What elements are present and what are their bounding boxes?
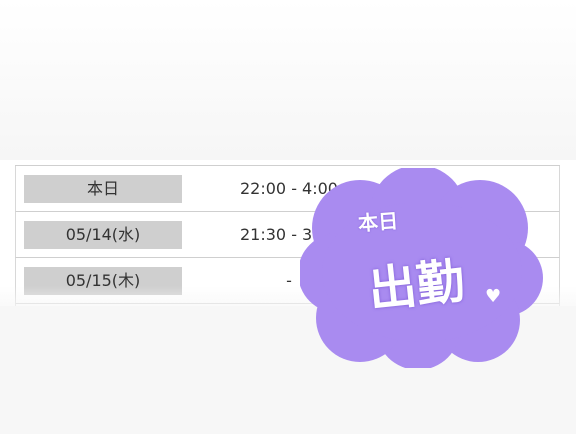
heart-icon: ♥ (485, 286, 502, 307)
schedule-date-label: 05/14(水) (24, 221, 182, 249)
schedule-date-label: 本日 (24, 175, 182, 203)
sticker-today-text: 本日 (357, 208, 399, 236)
sticker-attendance-text: 出勤 (365, 253, 468, 319)
today-attendance-sticker: 本日 出勤 ♥ (298, 165, 545, 370)
page-top-area (0, 0, 576, 160)
